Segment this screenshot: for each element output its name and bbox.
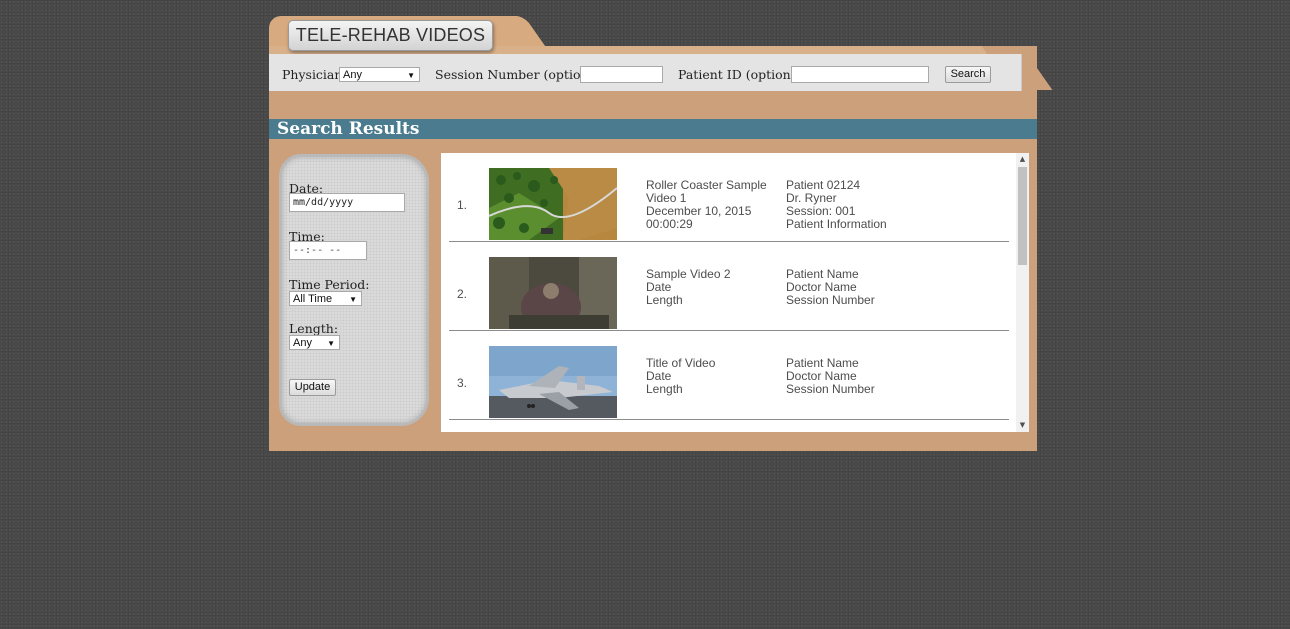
time-input[interactable]: --:-- -- — [289, 241, 367, 260]
filter-panel: Date: mm/dd/yyyy Time: --:-- -- Time Per… — [279, 154, 429, 426]
result-row[interactable]: 1. Roller Coaster Sample Video 1 Decembe… — [449, 153, 1009, 242]
physician-select[interactable]: Any ▼ — [339, 67, 420, 82]
scroll-down-arrow-icon[interactable]: ▼ — [1016, 419, 1029, 432]
dropdown-arrow-icon: ▼ — [349, 295, 357, 304]
date-input[interactable]: mm/dd/yyyy — [289, 193, 405, 212]
results-scrollbar[interactable]: ▲ ▼ — [1016, 153, 1029, 432]
session-number: Session Number — [786, 382, 875, 396]
result-number: 1. — [457, 198, 468, 212]
result-row[interactable]: 3. Title of Video Date Length Patient Na… — [449, 331, 1009, 420]
video-info: Title of Video Date Length — [646, 357, 715, 396]
patient-information-link[interactable]: Patient Information — [786, 218, 887, 231]
physician-label: Physician: — [282, 67, 347, 82]
scrollbar-thumb[interactable] — [1018, 167, 1027, 265]
results-list: 1. Roller Coaster Sample Video 1 Decembe… — [441, 153, 1029, 432]
video-thumbnail[interactable] — [489, 346, 617, 418]
dropdown-arrow-icon: ▼ — [327, 339, 335, 348]
video-thumbnail[interactable] — [489, 168, 617, 240]
video-length: Length — [646, 293, 683, 307]
time-period-value: All Time — [293, 293, 333, 305]
results-header: Search Results — [269, 119, 1037, 139]
result-row[interactable]: 2. Sample Video 2 Date Length Patient Na… — [449, 242, 1009, 331]
time-period-label: Time Period: — [289, 277, 370, 292]
scroll-up-arrow-icon[interactable]: ▲ — [1016, 153, 1029, 166]
result-number: 2. — [457, 287, 468, 301]
video-meta: Patient Name Doctor Name Session Number — [786, 357, 875, 396]
video-meta: Patient 02124 Dr. Ryner Session: 001 Pat… — [786, 179, 887, 231]
length-value: Any — [293, 337, 312, 349]
session-number: Session Number — [786, 293, 875, 307]
page-title: TELE-REHAB VIDEOS — [288, 20, 493, 51]
search-bar: Physician: Any ▼ Session Number (optiona… — [269, 54, 1022, 91]
video-length: Length — [646, 382, 683, 396]
result-number: 3. — [457, 376, 468, 390]
time-period-select[interactable]: All Time ▼ — [289, 291, 362, 306]
video-info: Roller Coaster Sample Video 1 December 1… — [646, 179, 767, 231]
physician-select-value: Any — [343, 69, 362, 81]
video-info: Sample Video 2 Date Length — [646, 268, 731, 307]
length-label: Length: — [289, 321, 339, 336]
search-button[interactable]: Search — [945, 66, 991, 83]
video-length: 00:00:29 — [646, 217, 693, 231]
session-number-input[interactable] — [580, 66, 663, 83]
length-select[interactable]: Any ▼ — [289, 335, 340, 350]
patient-id-input[interactable] — [791, 66, 929, 83]
dropdown-arrow-icon: ▼ — [407, 71, 415, 80]
video-thumbnail[interactable] — [489, 257, 617, 329]
video-meta: Patient Name Doctor Name Session Number — [786, 268, 875, 307]
update-button[interactable]: Update — [289, 379, 336, 396]
